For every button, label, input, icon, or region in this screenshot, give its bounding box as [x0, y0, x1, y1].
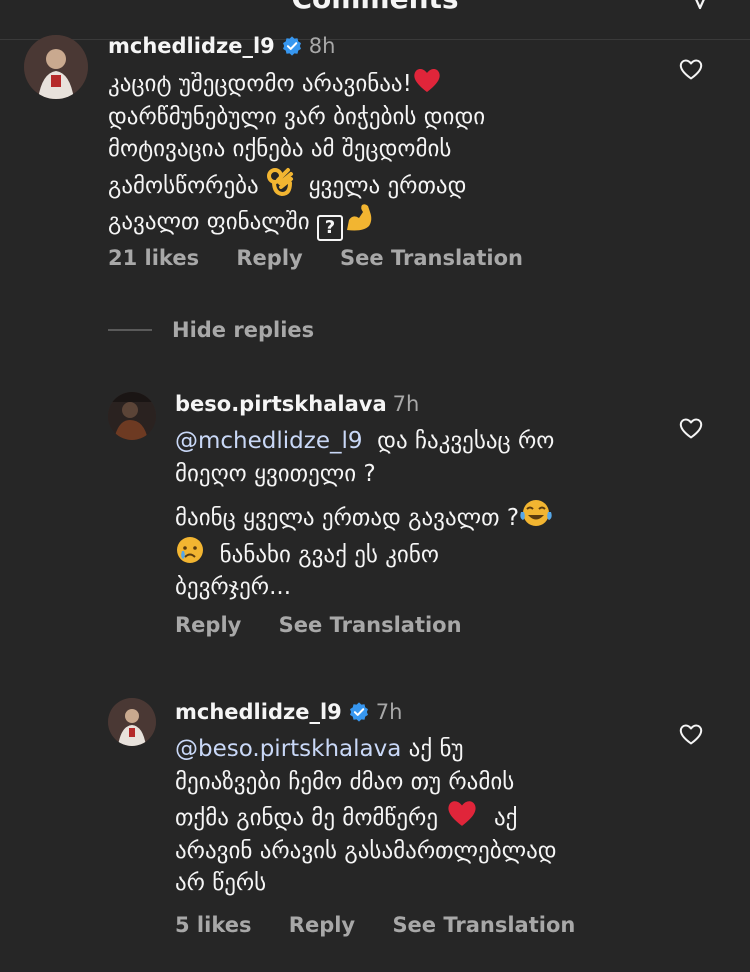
reply-line: არავინ არავის გასამართლებლად: [175, 837, 557, 864]
avatar[interactable]: [24, 35, 88, 99]
hide-replies-button[interactable]: Hide replies: [108, 318, 314, 342]
avatar[interactable]: [108, 392, 156, 440]
verified-badge-icon: [282, 36, 301, 56]
reply-line: ბევრჯერ...: [175, 574, 292, 600]
comment-line: დარწმუნებული ვარ ბიჭების დიდი: [108, 103, 486, 130]
username[interactable]: beso.pirtskhalava: [175, 391, 387, 417]
timestamp: 7h: [375, 700, 403, 724]
reply-button[interactable]: Reply: [175, 613, 241, 637]
username[interactable]: mchedlidze_l9: [108, 33, 275, 59]
comment-line: გამოსწორება: [108, 172, 259, 199]
timestamp: 7h: [392, 392, 420, 416]
reply-text: @beso.pirtskhalava აქ ნუ მეიაზვები ჩემო …: [175, 733, 665, 900]
comment-text: კაციტ უშეცდომო არავინაა! დარწმუნებული ვა…: [108, 66, 668, 241]
hide-replies-label: Hide replies: [172, 318, 315, 342]
heart-outline-icon[interactable]: [678, 57, 704, 81]
red-heart-emoji: [448, 801, 476, 826]
ok-hand-emoji: [267, 167, 294, 196]
reply-header: beso.pirtskhalava 7h: [175, 391, 419, 417]
crying-face-emoji: [177, 536, 203, 563]
likes-count[interactable]: 21 likes: [108, 246, 199, 270]
reply-line: არ წერს: [175, 870, 267, 896]
reply-actions: Reply See Translation: [175, 613, 492, 637]
comment-line: გავალთ ფინალში: [108, 209, 310, 235]
comment-actions: 21 likes Reply See Translation: [108, 246, 553, 270]
tears-of-joy-emoji: [520, 500, 552, 526]
see-translation-button[interactable]: See Translation: [279, 613, 462, 637]
divider: [108, 329, 152, 331]
red-heart-emoji: [414, 69, 440, 92]
reply-header: mchedlidze_l9 7h: [175, 699, 402, 725]
reply-actions: 5 likes Reply See Translation: [175, 913, 605, 937]
mention-link[interactable]: @beso.pirtskhalava: [175, 736, 401, 762]
header-title: Comments: [0, 0, 750, 15]
reply-text: @mchedlidze_l9 და ჩაკვესაც რო მიეღო ყვით…: [175, 425, 665, 604]
unknown-glyph-box: ?: [316, 215, 343, 241]
reply-line: და ჩაკვესაც რო: [377, 428, 555, 454]
reply-line: მიეღო ყვითელი ?: [175, 460, 376, 487]
reply-line: მეიაზვები ჩემო ძმაო თუ რამის: [175, 768, 515, 795]
comment-line: კაციტ უშეცდომო არავინაა!: [108, 71, 412, 97]
reply-line: მაინც ყველა ერთად გავალთ ?: [175, 505, 520, 531]
reply-line: ნანახი გვაქ ეს კინო: [219, 541, 439, 568]
heart-outline-icon[interactable]: [678, 416, 704, 440]
comment-line: ყველა ერთად: [308, 172, 467, 199]
reply-button[interactable]: Reply: [289, 913, 355, 937]
reply-line: თქმა გინდა მე მომწერე: [175, 805, 438, 831]
verified-badge-icon: [349, 702, 368, 722]
see-translation-button[interactable]: See Translation: [340, 246, 523, 270]
avatar[interactable]: [108, 698, 156, 746]
reply-line: აქ ნუ: [408, 736, 464, 762]
share-icon[interactable]: [688, 0, 712, 10]
username[interactable]: mchedlidze_l9: [175, 699, 342, 725]
mention-link[interactable]: @mchedlidze_l9: [175, 428, 363, 454]
flexed-biceps-emoji: [346, 204, 372, 231]
see-translation-button[interactable]: See Translation: [392, 913, 575, 937]
reply-button[interactable]: Reply: [236, 246, 302, 270]
timestamp: 8h: [308, 34, 336, 58]
likes-count[interactable]: 5 likes: [175, 913, 251, 937]
comment-line: მოტივაცია იქნება ამ შეცდომის: [108, 136, 452, 162]
comment-header: mchedlidze_l9 8h: [108, 33, 335, 59]
heart-outline-icon[interactable]: [678, 722, 704, 746]
reply-line: აქ: [493, 805, 518, 831]
